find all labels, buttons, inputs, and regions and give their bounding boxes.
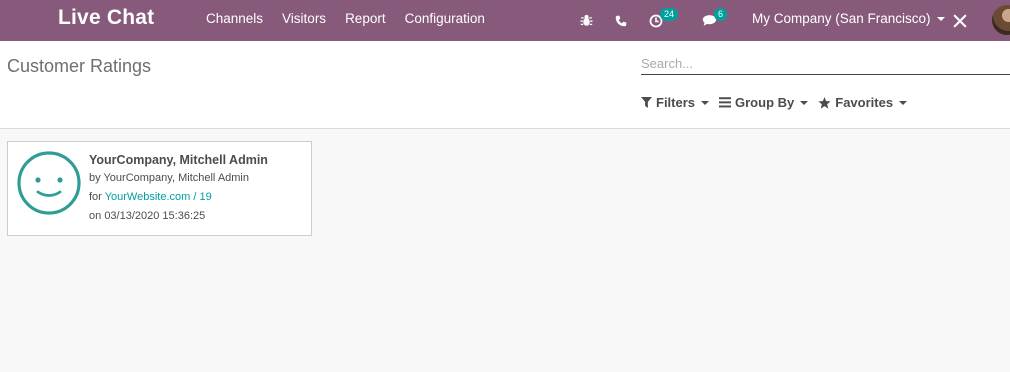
- rating-partner-name: YourCompany, Mitchell Admin: [89, 153, 268, 167]
- chevron-down-icon: [899, 100, 908, 105]
- date-prefix: on: [89, 210, 102, 222]
- rating-card[interactable]: YourCompany, Mitchell Admin by YourCompa…: [7, 141, 312, 236]
- chevron-down-icon: [936, 16, 945, 21]
- resource-prefix: for: [89, 191, 102, 203]
- breadcrumb: Customer Ratings: [7, 56, 152, 76]
- filters-label: Filters: [656, 95, 696, 110]
- main-menu: Channels Visitors Report Configuration: [206, 11, 504, 26]
- bug-icon[interactable]: [580, 0, 593, 41]
- date-line: on 03/13/2020 15:36:25: [89, 210, 205, 222]
- activity-count-badge: 24: [660, 8, 679, 21]
- rated-by-line: by YourCompany, Mitchell Admin: [89, 172, 249, 184]
- top-navbar: Live Chat Channels Visitors Report Confi…: [0, 0, 1010, 41]
- chevron-down-icon: [701, 100, 710, 105]
- favorites-label: Favorites: [835, 95, 894, 110]
- resource-link[interactable]: YourWebsite.com / 19: [105, 191, 212, 203]
- filters-button[interactable]: Filters: [641, 95, 710, 110]
- search-input[interactable]: [641, 51, 1010, 75]
- app-title: Live Chat: [58, 6, 155, 29]
- favorites-button[interactable]: Favorites: [818, 95, 908, 110]
- messages-count-badge: 6: [714, 8, 728, 21]
- rated-by-prefix: by: [89, 172, 101, 184]
- company-switcher[interactable]: My Company (San Francisco): [752, 11, 945, 26]
- menu-item-report[interactable]: Report: [345, 11, 386, 26]
- apps-menu-icon[interactable]: [8, 10, 26, 28]
- debug-tools-icon[interactable]: [953, 0, 967, 41]
- activity-clock-icon[interactable]: [649, 0, 663, 41]
- phone-icon[interactable]: [615, 0, 627, 41]
- rated-by-value: YourCompany, Mitchell Admin: [103, 172, 249, 184]
- menu-item-visitors[interactable]: Visitors: [282, 11, 326, 26]
- star-icon: [818, 96, 831, 109]
- group-by-label: Group By: [735, 95, 795, 110]
- user-avatar[interactable]: [992, 5, 1010, 35]
- list-icon: [719, 97, 732, 108]
- filter-icon: [641, 97, 652, 108]
- resource-line: for YourWebsite.com / 19: [89, 191, 212, 203]
- menu-item-configuration[interactable]: Configuration: [405, 11, 485, 26]
- rating-date: 03/13/2020 15:36:25: [104, 210, 206, 222]
- search-options: Filters Group By Favorites: [641, 95, 917, 110]
- menu-item-channels[interactable]: Channels: [206, 11, 263, 26]
- messages-icon[interactable]: [702, 0, 717, 41]
- chevron-down-icon: [800, 100, 809, 105]
- smile-face-icon: [17, 151, 81, 215]
- group-by-button[interactable]: Group By: [719, 95, 809, 110]
- company-name: My Company (San Francisco): [752, 11, 931, 26]
- control-panel: Customer Ratings Filters Group By Favori…: [0, 41, 1010, 129]
